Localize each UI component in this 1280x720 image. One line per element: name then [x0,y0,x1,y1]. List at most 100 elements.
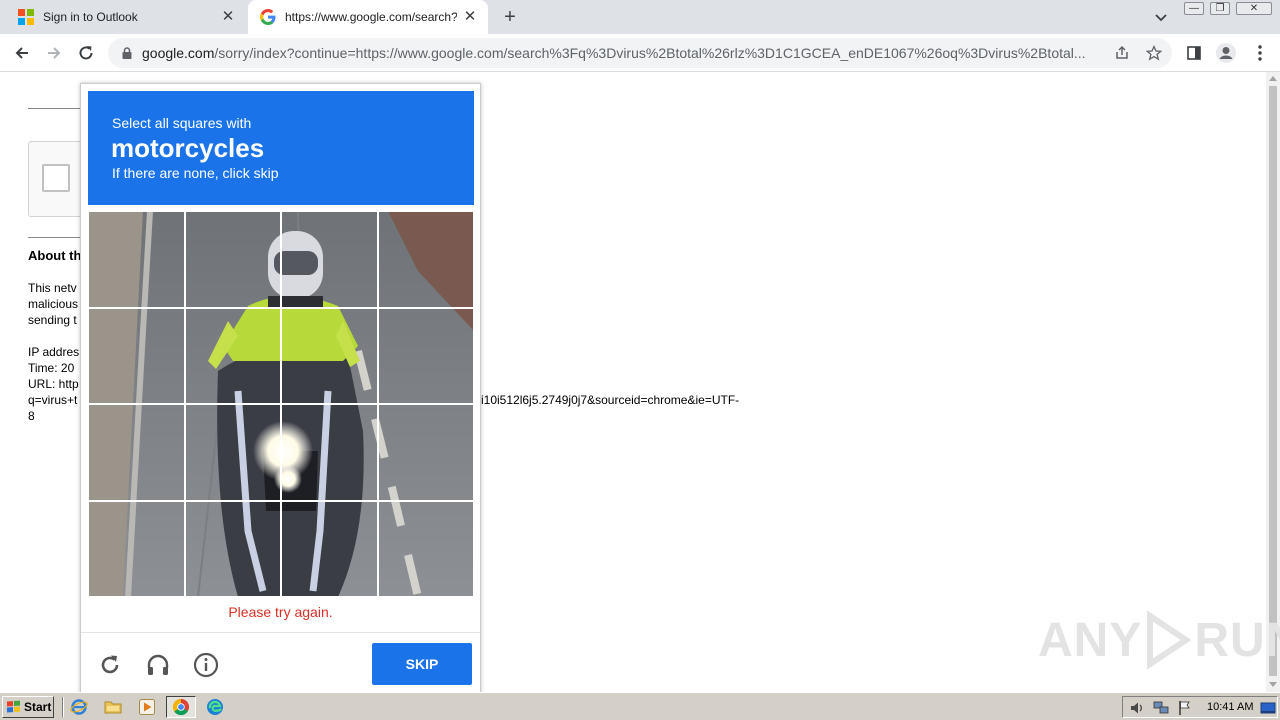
volume-icon[interactable] [1129,700,1145,716]
forward-button[interactable] [42,41,66,65]
url-text[interactable]: google.com/sorry/index?continue=https://… [142,45,1102,61]
skip-button[interactable]: SKIP [372,643,472,685]
internet-explorer-icon[interactable] [70,698,88,716]
close-icon[interactable]: ✕ [220,9,236,25]
divider [28,237,88,238]
image-grid [88,211,474,597]
start-button[interactable]: Start [2,696,54,718]
edge-icon[interactable] [206,698,224,716]
grid-cell[interactable] [377,404,474,501]
tab-strip: Sign in to Outlook ✕ https://www.google.… [0,0,1280,34]
google-icon [260,9,276,25]
show-desktop-icon[interactable] [1260,700,1276,716]
profile-button[interactable] [1214,41,1238,65]
headphones-icon[interactable] [145,652,171,678]
scroll-down-arrow[interactable] [1269,682,1277,687]
watermark-text: ANY [1038,613,1143,667]
grid-cell[interactable] [184,500,281,597]
grid-cell[interactable] [88,404,185,501]
grid-cell[interactable] [281,500,378,597]
instruction-text: Select all squares with [112,115,252,131]
grid-cell[interactable] [184,404,281,501]
window-close-button[interactable]: ✕ [1236,2,1272,15]
grid-cell[interactable] [88,211,185,308]
captcha-challenge-dialog: Select all squares with motorcycles If t… [80,83,481,695]
time-line: Time: 20 [28,361,75,375]
browser-toolbar: google.com/sorry/index?continue=https://… [0,34,1280,72]
divider [62,697,64,717]
clock: 10:41 AM [1207,701,1254,713]
divider [81,632,480,633]
lock-icon[interactable] [120,46,134,60]
grid-cell[interactable] [281,307,378,404]
reload-button[interactable] [74,41,98,65]
taskbar: Start 10:41 AM [0,692,1280,720]
tab-title: Sign in to Outlook [43,10,138,24]
system-tray: 10:41 AM [1122,696,1278,718]
taskbar-chrome-button[interactable] [166,696,196,718]
text-line: sending t [28,313,77,327]
address-bar[interactable]: google.com/sorry/index?continue=https://… [108,38,1172,68]
grid-cell[interactable] [281,211,378,308]
network-icon[interactable] [1153,700,1169,716]
back-button[interactable] [10,41,34,65]
chevron-down-icon[interactable] [1152,8,1170,26]
grid-cell[interactable] [184,211,281,308]
challenge-target: motorcycles [111,133,265,163]
grid-cell[interactable] [377,500,474,597]
divider [28,108,88,109]
grid-cell[interactable] [88,500,185,597]
anyrun-watermark: ANY RUN [1038,608,1280,672]
arrow-left-icon [15,47,28,59]
action-center-flag-icon[interactable] [1177,700,1193,716]
recaptcha-checkbox[interactable] [42,164,70,192]
text-line: malicious [28,297,79,311]
url-line-end: 8 [28,409,35,423]
tab-outlook[interactable]: Sign in to Outlook ✕ [8,0,246,34]
reload-icon [79,46,93,60]
url-tail-text: i10i512l6j5.2749j0j7&sourceid=chrome&ie=… [481,393,740,407]
folder-icon[interactable] [104,698,122,716]
scrollbar[interactable] [1266,72,1280,692]
about-heading: About th [28,248,82,263]
grid-cell[interactable] [377,211,474,308]
chrome-icon [172,698,189,716]
new-tab-button[interactable]: + [499,6,521,28]
grid-cell[interactable] [377,307,474,404]
url-path: /sorry/index?continue=https://www.google… [214,45,1086,61]
minimize-button[interactable]: — [1184,2,1204,15]
windows-flag-icon [7,700,21,714]
request-info: IP addres Time: 20 URL: http q=virus+t 8 [28,344,79,424]
reload-challenge-icon[interactable] [97,652,123,678]
tab-title: https://www.google.com/search?q= [285,10,457,24]
menu-button[interactable] [1248,41,1272,65]
share-icon[interactable] [1114,45,1130,61]
url-line-cont: q=virus+t [28,393,78,407]
microsoft-icon [18,9,34,25]
restore-button[interactable]: ❐ [1210,2,1230,15]
text-line: This netv [28,281,77,295]
instruction-subtext: If there are none, click skip [112,165,279,181]
arrow-right-icon [48,47,61,59]
grid-cell[interactable] [281,404,378,501]
ip-line: IP addres [28,345,80,359]
grid-cell[interactable] [88,307,185,404]
start-label: Start [24,700,52,714]
grid-cell[interactable] [184,307,281,404]
tab-google-search[interactable]: https://www.google.com/search?q= ✕ [248,0,488,34]
info-icon[interactable] [193,652,219,678]
close-icon[interactable]: ✕ [462,9,478,25]
media-player-icon[interactable] [138,698,156,716]
watermark-text: RUN [1194,613,1280,667]
about-text: This netv malicious sending t [28,280,78,328]
play-icon [1147,610,1192,670]
url-line: URL: http [28,377,79,391]
scroll-up-arrow[interactable] [1269,76,1277,81]
side-panel-button[interactable] [1182,41,1206,65]
scroll-thumb[interactable] [1269,86,1277,676]
star-icon[interactable] [1146,45,1162,61]
side-panel-icon [1187,46,1201,60]
kebab-menu-icon [1258,45,1262,61]
error-message: Please try again. [228,604,333,620]
url-host: google.com [142,45,215,61]
